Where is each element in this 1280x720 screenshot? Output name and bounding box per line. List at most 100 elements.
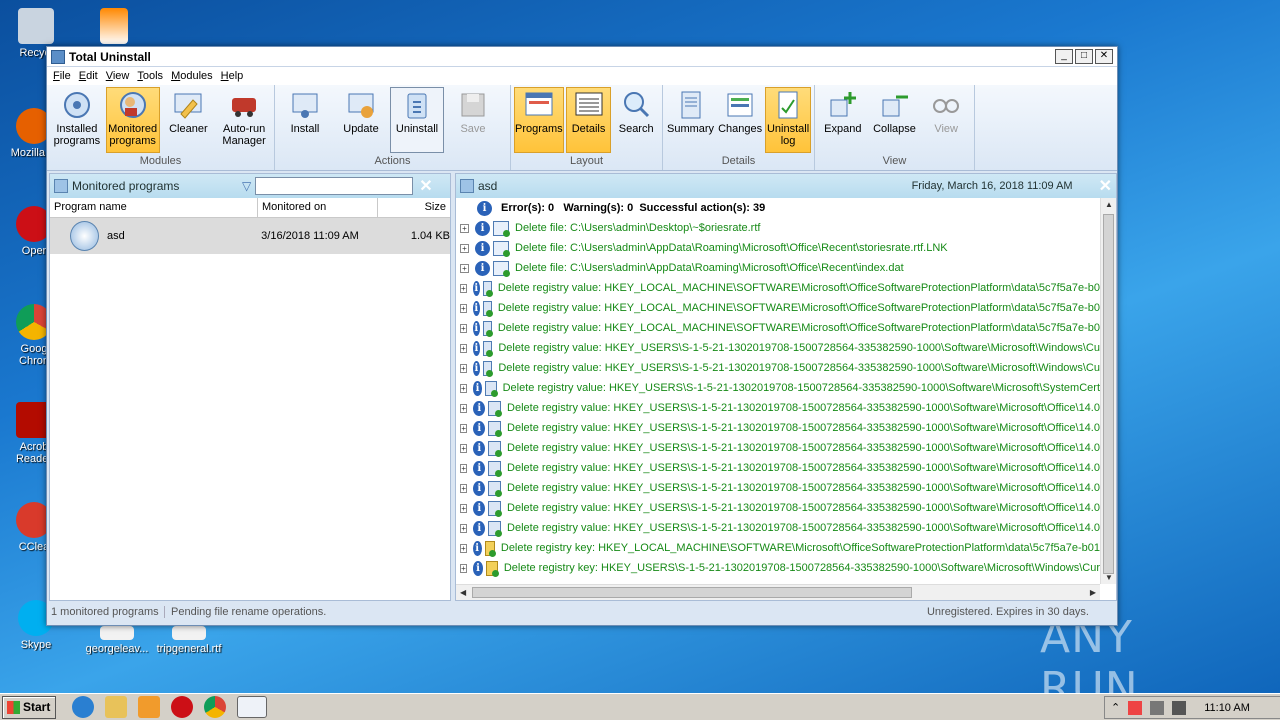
scroll-left-icon[interactable]: ◀ <box>460 588 466 597</box>
opera-icon[interactable] <box>171 696 193 718</box>
log-entry-row[interactable]: + i Delete registry key: HKEY_LOCAL_MACHIN… <box>456 538 1100 558</box>
close-button[interactable]: ✕ <box>1095 49 1113 64</box>
log-entry-row[interactable]: + i Delete registry value: HKEY_USERS\S-1-… <box>456 498 1100 518</box>
column-program-name[interactable]: Program name <box>50 198 258 217</box>
log-entry-row[interactable]: + i Delete registry value: HKEY_USERS\S-1-… <box>456 418 1100 438</box>
log-entry-row[interactable]: + i Delete file: C:\Users\admin\AppData\Ro… <box>456 238 1100 258</box>
scroll-thumb[interactable] <box>472 587 912 598</box>
clear-filter-icon[interactable]: ✕ <box>419 176 432 196</box>
scroll-thumb[interactable] <box>1103 214 1114 574</box>
expand-node-icon[interactable]: + <box>460 563 467 573</box>
vertical-scrollbar[interactable]: ▲ ▼ <box>1100 198 1116 584</box>
expand-node-icon[interactable]: + <box>460 363 467 373</box>
expand-node-icon[interactable]: + <box>460 223 469 233</box>
title-bar[interactable]: Total Uninstall _ □ ✕ <box>47 47 1117 67</box>
registry-value-delete-icon <box>483 360 494 377</box>
menu-view[interactable]: View <box>102 70 134 82</box>
column-monitored-on[interactable]: Monitored on <box>258 198 378 217</box>
update-button[interactable]: Update <box>334 87 388 153</box>
table-row[interactable]: asd 3/16/2018 11:09 AM 1.04 KB <box>50 218 450 254</box>
log-summary-row[interactable]: i Error(s): 0 Warning(s): 0 Successful a… <box>456 198 1100 218</box>
clock[interactable]: 11:10 AM <box>1204 702 1250 714</box>
scroll-down-icon[interactable]: ▼ <box>1105 573 1113 582</box>
maximize-button[interactable]: □ <box>1075 49 1093 64</box>
scroll-right-icon[interactable]: ▶ <box>1090 588 1096 597</box>
expand-node-icon[interactable]: + <box>460 383 467 393</box>
horizontal-scrollbar[interactable]: ◀ ▶ <box>456 584 1100 600</box>
expand-node-icon[interactable]: + <box>460 443 468 453</box>
expand-node-icon[interactable]: + <box>460 323 467 333</box>
summary-button[interactable]: Summary <box>666 87 715 153</box>
expand-node-icon[interactable]: + <box>460 543 467 553</box>
flag-icon[interactable] <box>1128 700 1143 715</box>
programs-layout-button[interactable]: Programs <box>514 87 564 153</box>
expand-node-icon[interactable]: + <box>460 283 467 293</box>
log-entry-row[interactable]: + i Delete registry value: HKEY_USERS\S-1-… <box>456 338 1100 358</box>
desktop-file-georgeleave[interactable]: georgeleav... <box>80 626 154 655</box>
network-icon[interactable] <box>1150 700 1165 715</box>
expand-button[interactable]: Expand <box>818 87 868 153</box>
menu-edit[interactable]: Edit <box>75 70 102 82</box>
expand-node-icon[interactable]: + <box>460 503 468 513</box>
minimize-button[interactable]: _ <box>1055 49 1073 64</box>
view-dropdown-button[interactable]: View <box>921 87 971 153</box>
uninstall-button[interactable]: Uninstall <box>390 87 444 153</box>
collapse-button[interactable]: Collapse <box>870 87 920 153</box>
menu-modules[interactable]: Modules <box>167 70 217 82</box>
volume-icon[interactable] <box>1172 700 1187 715</box>
internet-explorer-icon[interactable] <box>72 696 94 718</box>
info-icon: i <box>473 500 486 516</box>
expand-node-icon[interactable]: + <box>460 483 468 493</box>
search-label: Search <box>618 123 654 135</box>
log-entry-row[interactable]: + i Delete registry value: HKEY_LOCAL_MACH… <box>456 318 1100 338</box>
total-uninstall-taskbar-icon[interactable] <box>237 696 267 718</box>
expand-node-icon[interactable]: + <box>460 263 469 273</box>
log-entry-row[interactable]: + i Delete file: C:\Users\admin\Desktop\~$… <box>456 218 1100 238</box>
expand-node-icon[interactable]: + <box>460 423 468 433</box>
expand-node-icon[interactable]: + <box>460 523 468 533</box>
save-button[interactable]: Save <box>446 87 500 153</box>
filter-icon[interactable]: ▽ <box>242 179 251 193</box>
log-entry-row[interactable]: + i Delete registry value: HKEY_USERS\S-1-… <box>456 398 1100 418</box>
scroll-up-icon[interactable]: ▲ <box>1105 200 1113 209</box>
log-entry-row[interactable]: + i Delete registry value: HKEY_USERS\S-1-… <box>456 458 1100 478</box>
desktop-file-tripgeneral[interactable]: tripgeneral.rtf <box>152 626 226 655</box>
info-icon: i <box>475 260 490 276</box>
chrome-icon[interactable] <box>204 696 226 718</box>
menu-tools[interactable]: Tools <box>133 70 167 82</box>
install-button[interactable]: Install <box>278 87 332 153</box>
changes-button[interactable]: Changes <box>717 87 763 153</box>
filter-input[interactable] <box>255 177 414 195</box>
tray-expand-icon[interactable]: ⌃ <box>1111 701 1120 714</box>
expand-node-icon[interactable]: + <box>460 303 467 313</box>
log-entry-row[interactable]: + i Delete registry value: HKEY_LOCAL_MACH… <box>456 278 1100 298</box>
log-entry-row[interactable]: + i Delete registry value: HKEY_USERS\S-1-… <box>456 478 1100 498</box>
log-entry-row[interactable]: + i Delete registry value: HKEY_USERS\S-1-… <box>456 438 1100 458</box>
log-entry-row[interactable]: + i Delete registry value: HKEY_USERS\S-1-… <box>456 358 1100 378</box>
log-entry-row[interactable]: + i Delete registry value: HKEY_LOCAL_MACH… <box>456 298 1100 318</box>
expand-node-icon[interactable]: + <box>460 403 468 413</box>
log-entry-row[interactable]: + i Delete registry value: HKEY_USERS\S-1-… <box>456 378 1100 398</box>
uninstall-log-button[interactable]: Uninstall log <box>765 87 811 153</box>
log-entry-row[interactable]: + i Delete registry value: HKEY_USERS\S-1-… <box>456 518 1100 538</box>
close-pane-icon[interactable]: ✕ <box>1099 176 1112 196</box>
file-explorer-icon[interactable] <box>105 696 127 718</box>
program-icon <box>460 179 474 193</box>
expand-node-icon[interactable]: + <box>460 343 467 353</box>
installed-programs-button[interactable]: Installed programs <box>50 87 104 153</box>
menu-help[interactable]: Help <box>217 70 248 82</box>
auto-run-manager-button[interactable]: Auto-run Manager <box>217 87 271 153</box>
expand-node-icon[interactable]: + <box>460 243 469 253</box>
start-button[interactable]: Start <box>2 695 56 719</box>
search-button[interactable]: Search <box>613 87 659 153</box>
menu-file[interactable]: File <box>49 70 75 82</box>
expand-node-icon[interactable]: + <box>460 463 468 473</box>
desktop-icon-vlc[interactable] <box>84 8 144 47</box>
column-size[interactable]: Size <box>378 198 450 217</box>
log-entry-row[interactable]: + i Delete file: C:\Users\admin\AppData\Ro… <box>456 258 1100 278</box>
monitored-programs-button[interactable]: Monitored programs <box>105 87 160 153</box>
details-layout-button[interactable]: Details <box>565 87 612 153</box>
log-entry-row[interactable]: + i Delete registry key: HKEY_USERS\S-1-5-… <box>456 558 1100 578</box>
cleaner-button[interactable]: Cleaner <box>162 87 216 153</box>
media-player-icon[interactable] <box>138 696 160 718</box>
